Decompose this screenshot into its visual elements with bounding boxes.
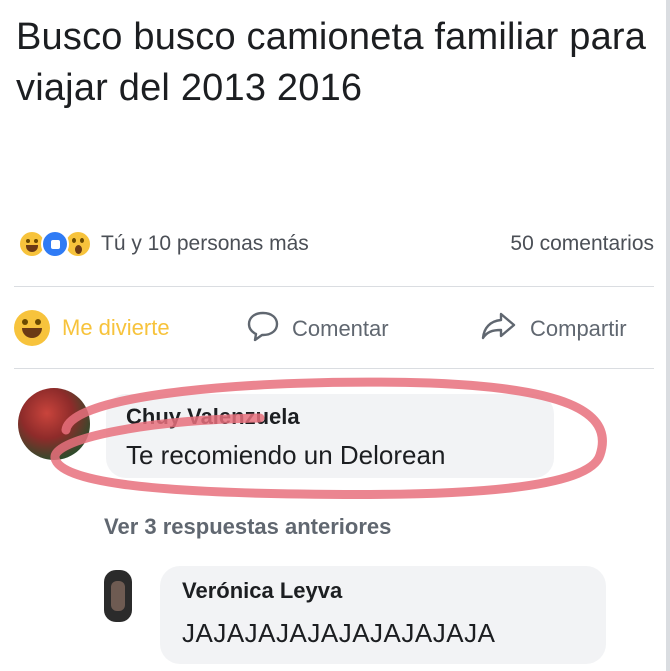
- comments-count[interactable]: 50 comentarios: [510, 232, 654, 256]
- reactions-text[interactable]: Tú y 10 personas más: [101, 232, 309, 256]
- share-label: Compartir: [530, 316, 627, 341]
- haha-label: Me divierte: [62, 315, 170, 340]
- reply: Verónica Leyva JAJAJAJAJAJAJAJAJAJA: [104, 566, 624, 666]
- reply-text: JAJAJAJAJAJAJAJAJAJA: [182, 618, 496, 648]
- view-previous-replies-link[interactable]: Ver 3 respuestas anteriores: [104, 514, 391, 540]
- reply-author[interactable]: Verónica Leyva: [182, 578, 342, 604]
- share-icon: [480, 310, 518, 348]
- comment-label: Comentar: [292, 316, 389, 341]
- comment-icon: [246, 310, 280, 348]
- comment-bubble[interactable]: Chuy Valenzuela Te recomiendo un Delorea…: [106, 394, 554, 478]
- haha-icon: [14, 310, 50, 346]
- avatar[interactable]: [104, 570, 132, 622]
- comment: Chuy Valenzuela Te recomiendo un Delorea…: [18, 386, 658, 482]
- post-stats: Tú y 10 personas más 50 comentarios: [18, 224, 654, 264]
- post-text: Busco busco camioneta familiar para viaj…: [16, 16, 647, 109]
- divider: [14, 368, 654, 369]
- action-bar: Me divierte Comentar Compartir: [10, 302, 660, 358]
- reactions-summary[interactable]: Tú y 10 personas más: [18, 230, 309, 258]
- reply-bubble[interactable]: Verónica Leyva JAJAJAJAJAJAJAJAJAJA: [160, 566, 606, 664]
- comment-text: Te recomiendo un Delorean: [126, 440, 446, 470]
- share-button[interactable]: Compartir: [480, 310, 627, 348]
- avatar[interactable]: [18, 388, 90, 460]
- comment-author[interactable]: Chuy Valenzuela: [126, 404, 300, 430]
- divider: [14, 286, 654, 287]
- screen-edge: [666, 0, 670, 671]
- comment-button[interactable]: Comentar: [246, 310, 389, 348]
- like-reaction-icon: [41, 230, 69, 258]
- haha-button[interactable]: Me divierte: [14, 310, 170, 346]
